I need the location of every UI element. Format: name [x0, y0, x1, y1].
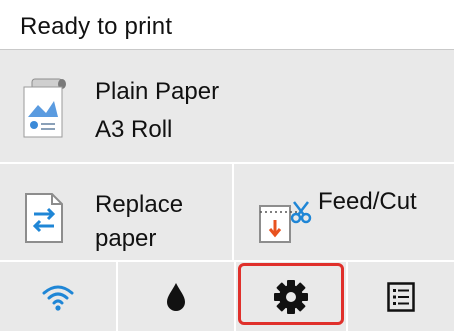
- tab-wifi[interactable]: [0, 262, 118, 331]
- ink-drop-icon: [167, 282, 185, 311]
- action-row: Replace paper Feed/Cut: [0, 162, 454, 260]
- replace-paper-label: Replace paper: [95, 191, 184, 252]
- roll-paper-icon: [23, 78, 66, 138]
- paper-size: A3 Roll: [95, 116, 173, 143]
- bottom-tab-bar: [0, 260, 454, 331]
- feed-cut-label: Feed/Cut: [318, 188, 417, 215]
- wifi-icon: [42, 285, 74, 311]
- replace-paper-button[interactable]: Replace paper: [0, 164, 234, 260]
- feed-cut-button[interactable]: Feed/Cut: [234, 164, 454, 260]
- selection-highlight: [238, 263, 344, 325]
- paper-type: Plain Paper: [95, 78, 220, 105]
- status-bar: Ready to print: [0, 0, 454, 49]
- status-text: Ready to print: [20, 13, 173, 40]
- tab-menu[interactable]: [348, 262, 454, 331]
- paper-info-button[interactable]: Plain Paper A3 Roll: [0, 49, 454, 162]
- feed-cut-icon: [259, 201, 312, 243]
- list-menu-icon: [387, 281, 415, 312]
- tab-ink[interactable]: [118, 262, 236, 331]
- replace-paper-icon: [25, 193, 63, 243]
